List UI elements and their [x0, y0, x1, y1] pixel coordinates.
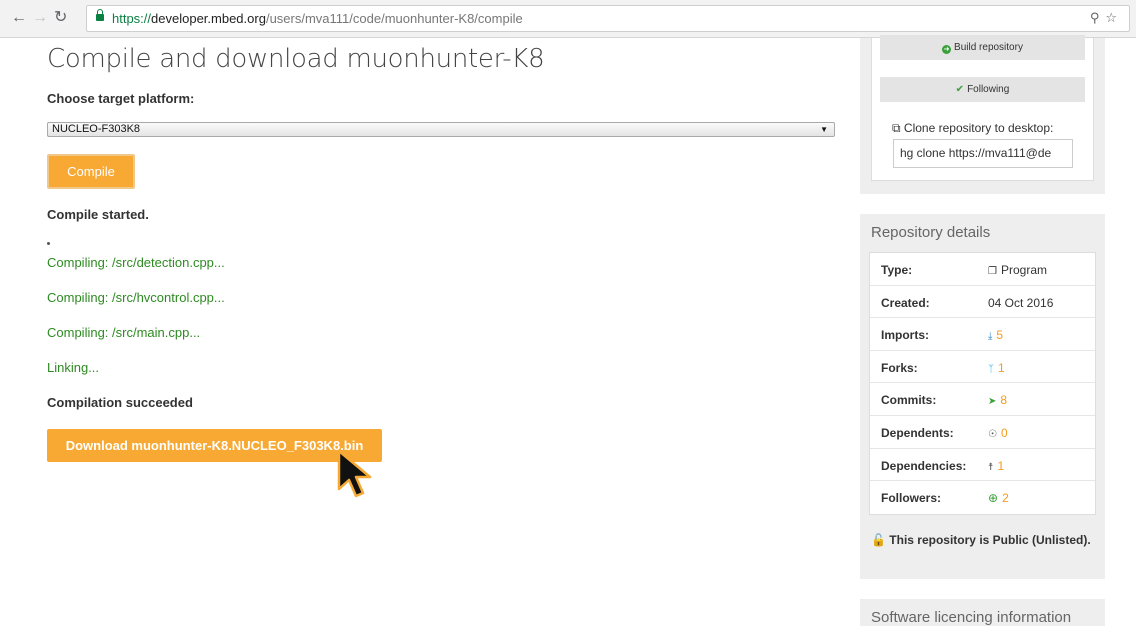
- compile-log-line: Compiling: /src/hvcontrol.cpp...: [47, 290, 225, 305]
- repo-value[interactable]: ☉ 0: [988, 426, 1008, 440]
- clone-repository-label: ⧉ Clone repository to desktop:: [892, 121, 1053, 136]
- compile-log-line: Linking...: [47, 360, 100, 375]
- repo-value[interactable]: ⤓ 5: [988, 328, 1003, 342]
- repo-created-value: 04 Oct 2016: [988, 295, 1054, 310]
- repo-dependents-value: 0: [1000, 425, 1008, 440]
- clone-label-text: Clone repository to desktop:: [903, 121, 1054, 135]
- repo-row-type: Type: ❐ Program: [870, 253, 1095, 286]
- repo-key: Created:: [881, 295, 930, 310]
- repo-key: Followers:: [881, 491, 942, 506]
- mouse-cursor-icon: [337, 449, 372, 498]
- copy-icon: ⧉: [892, 121, 901, 135]
- box-icon: ❐: [988, 266, 997, 277]
- repo-row-imports: Imports: ⤓ 5: [870, 318, 1095, 351]
- compile-started-text: Compile started.: [47, 207, 149, 222]
- public-note-text: This repository is Public (Unlisted).: [889, 533, 1091, 547]
- repository-details-heading: Repository details: [871, 224, 991, 241]
- public-repository-note: 🔓 This repository is Public (Unlisted).: [871, 531, 1091, 549]
- fork-icon: ᛉ: [988, 363, 994, 375]
- clone-url-field[interactable]: hg clone https://mva111@de: [893, 139, 1073, 168]
- check-icon: ✔: [955, 84, 965, 95]
- download-binary-button[interactable]: Download muonhunter-K8.NUCLEO_F303K8.bin: [47, 429, 382, 462]
- progress-dot: [47, 242, 50, 245]
- licencing-heading: Software licencing information: [871, 609, 1072, 626]
- licencing-panel: Software licencing information: [860, 599, 1105, 626]
- repo-key: Dependencies:: [881, 458, 967, 473]
- repo-type-value: Program: [1000, 263, 1047, 277]
- following-label: Following: [967, 84, 1010, 95]
- omnibox-actions: ⚲☆: [1090, 10, 1123, 26]
- back-arrow-icon[interactable]: ←: [11, 9, 27, 27]
- plus-circle-icon: ⊕: [988, 491, 999, 506]
- repo-commits-value: 8: [1000, 393, 1008, 408]
- repo-row-forks: Forks: ᛉ1: [870, 351, 1095, 384]
- compile-log-line: Compiling: /src/detection.cpp...: [47, 255, 225, 270]
- commit-icon: ➤: [988, 396, 997, 408]
- url-path: /users/mva111/code/muonhunter-K8/compile: [265, 11, 523, 26]
- build-repository-label: Build repository: [954, 42, 1023, 53]
- repo-dependencies-value: 1: [997, 458, 1005, 473]
- compile-log-line: Compiling: /src/main.cpp...: [47, 325, 201, 340]
- repo-value[interactable]: ⊕ 2: [988, 491, 1009, 505]
- repo-key: Type:: [881, 263, 913, 277]
- repo-row-created: Created: 04 Oct 2016: [870, 286, 1095, 319]
- repo-key: Forks:: [881, 360, 918, 375]
- compile-button[interactable]: Compile: [47, 154, 135, 189]
- platform-selected-value: NUCLEO-F303K8: [52, 123, 141, 135]
- repository-details-panel: Repository details Type: ❐ Program Create…: [860, 214, 1105, 579]
- key-icon[interactable]: ⚲: [1090, 10, 1106, 25]
- repository-details-table: Type: ❐ Program Created: 04 Oct 2016 Impo…: [869, 252, 1096, 515]
- repo-forks-value: 1: [998, 360, 1005, 375]
- build-repository-button[interactable]: ➜ Build repository: [880, 35, 1085, 60]
- page-title: Compile and download muonhunter-K8: [47, 44, 545, 74]
- repo-key: Dependents:: [881, 425, 954, 440]
- compilation-succeeded-text: Compilation succeeded: [47, 395, 193, 410]
- repo-row-followers: Followers: ⊕ 2: [870, 481, 1095, 514]
- arrow-circle-icon: ➜: [942, 45, 952, 54]
- repo-value: ❐ Program: [988, 263, 1047, 277]
- dropdown-arrow-icon: ▼: [820, 125, 828, 134]
- address-bar[interactable]: https://developer.mbed.org/users/mva111/…: [86, 5, 1130, 32]
- sitemap-icon: ☉: [988, 428, 997, 440]
- url-host: developer.mbed.org: [151, 11, 266, 26]
- platform-label: Choose target platform:: [47, 91, 195, 106]
- forward-arrow-icon[interactable]: →: [32, 9, 48, 27]
- repo-value[interactable]: ☨ 1: [988, 459, 1004, 473]
- lock-icon: [96, 9, 104, 21]
- repo-value[interactable]: ᛉ1: [988, 361, 1005, 375]
- reload-icon[interactable]: ↻: [54, 9, 67, 27]
- repository-actions-box: ➜ Build repository ✔ Following ⧉ Clone rep…: [871, 35, 1094, 181]
- repo-key: Imports:: [881, 328, 929, 343]
- repo-row-dependencies: Dependencies: ☨ 1: [870, 449, 1095, 482]
- repo-followers-value: 2: [1002, 491, 1009, 506]
- repo-imports-value: 5: [996, 328, 1004, 343]
- dependency-icon: ☨: [988, 461, 994, 473]
- platform-select[interactable]: NUCLEO-F303K8 ▼: [47, 122, 835, 137]
- url-scheme: https://: [112, 11, 152, 26]
- browser-toolbar: ← → ↻ https://developer.mbed.org/users/m…: [0, 0, 1136, 38]
- import-icon: ⤓: [988, 331, 993, 343]
- repo-row-commits: Commits: ➤ 8: [870, 383, 1095, 416]
- unlock-icon: 🔓: [871, 533, 886, 547]
- repo-key: Commits:: [881, 393, 937, 408]
- following-button[interactable]: ✔ Following: [880, 77, 1085, 102]
- url-text[interactable]: https://developer.mbed.org/users/mva111/…: [112, 11, 523, 27]
- repository-actions-panel: ➜ Build repository ✔ Following ⧉ Clone rep…: [860, 35, 1105, 194]
- repo-row-dependents: Dependents: ☉ 0: [870, 416, 1095, 449]
- bookmark-star-icon[interactable]: ☆: [1105, 10, 1123, 25]
- repo-value[interactable]: ➤ 8: [988, 393, 1007, 407]
